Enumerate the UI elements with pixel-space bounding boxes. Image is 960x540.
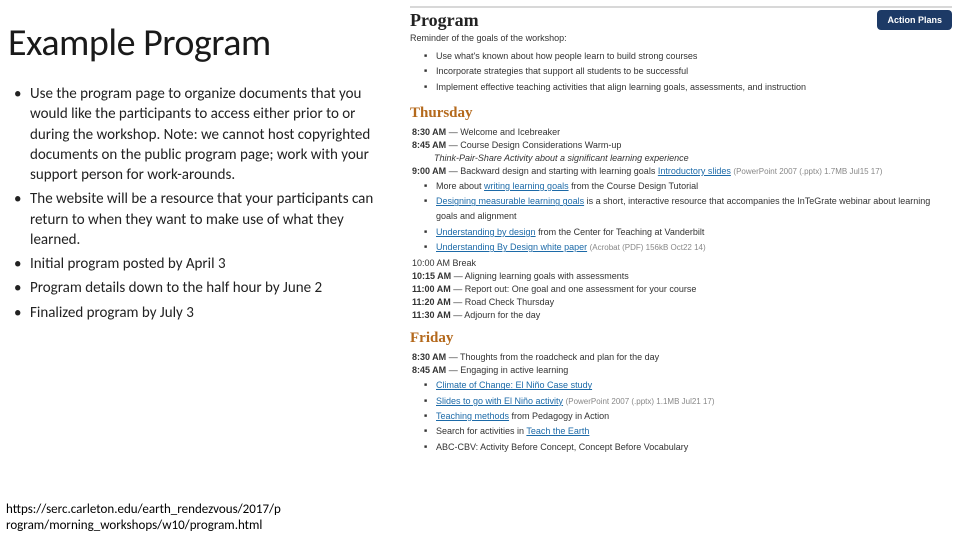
link[interactable]: Introductory slides — [658, 166, 731, 176]
list-item: Understanding by design from the Center … — [436, 225, 952, 240]
reminder-text: Reminder of the goals of the workshop: — [410, 33, 567, 43]
list-item: Climate of Change: El Niño Case study — [436, 378, 952, 393]
day-heading-friday: Friday — [410, 330, 952, 347]
schedule-row: 11:00 AM — Report out: One goal and one … — [412, 284, 952, 294]
list-item: Understanding By Design white paper (Acr… — [436, 240, 952, 255]
slide-left-column: Example Program Use the program page to … — [0, 0, 395, 540]
footer-url-line: https://serc.carleton.edu/earth_rendezvo… — [6, 502, 281, 517]
link[interactable]: Climate of Change: El Niño Case study — [436, 380, 592, 390]
link[interactable]: Understanding by design — [436, 227, 536, 237]
italic-note: Think-Pair-Share Activity about a signif… — [434, 153, 952, 163]
page-title: Program — [410, 10, 567, 31]
resource-list: More about writing learning goals from t… — [410, 179, 952, 255]
slide-bullet: Finalized program by July 3 — [8, 303, 383, 323]
slide-bullet: The website will be a resource that your… — [8, 189, 383, 250]
goal-item: Use what's known about how people learn … — [436, 49, 952, 64]
footer-url-line: rogram/morning_workshops/w10/program.htm… — [6, 518, 262, 533]
goals-list: Use what's known about how people learn … — [410, 49, 952, 95]
link[interactable]: Understanding By Design white paper — [436, 242, 587, 252]
slide-bullet: Initial program posted by April 3 — [8, 254, 383, 274]
schedule-row: 10:15 AM — Aligning learning goals with … — [412, 271, 952, 281]
schedule-row: 8:30 AM — Thoughts from the roadcheck an… — [412, 352, 952, 362]
link[interactable]: Designing measurable learning goals — [436, 196, 584, 206]
action-plans-button[interactable]: Action Plans — [877, 10, 952, 30]
schedule-row: 10:00 AM Break — [412, 258, 952, 268]
schedule-row: 8:45 AM — Course Design Considerations W… — [412, 140, 952, 150]
goal-item: Incorporate strategies that support all … — [436, 64, 952, 79]
slide-bullet: Program details down to the half hour by… — [8, 278, 383, 298]
day-heading-thursday: Thursday — [410, 105, 952, 122]
link[interactable]: writing learning goals — [484, 181, 569, 191]
footer-url: https://serc.carleton.edu/earth_rendezvo… — [6, 502, 281, 535]
link[interactable]: Slides to go with El Niño activity — [436, 396, 563, 406]
schedule-row: 11:20 AM — Road Check Thursday — [412, 297, 952, 307]
goal-item: Implement effective teaching activities … — [436, 80, 952, 95]
list-item: More about writing learning goals from t… — [436, 179, 952, 194]
slide-title: Example Program — [8, 20, 383, 66]
schedule-row: 9:00 AM — Backward design and starting w… — [412, 166, 952, 176]
list-item: Designing measurable learning goals is a… — [436, 194, 952, 225]
link[interactable]: Teaching methods — [436, 411, 509, 421]
list-item: Teaching methods from Pedagogy in Action — [436, 409, 952, 424]
list-item: ABC-CBV: Activity Before Concept, Concep… — [436, 440, 952, 455]
schedule-row: 8:45 AM — Engaging in active learning — [412, 365, 952, 375]
slide-bullet-list: Use the program page to organize documen… — [8, 84, 383, 323]
embedded-webpage-screenshot: Program Reminder of the goals of the wor… — [400, 0, 960, 540]
list-item: Search for activities in Teach the Earth — [436, 424, 952, 439]
link[interactable]: Teach the Earth — [526, 426, 589, 436]
divider — [410, 6, 952, 8]
schedule-row: 8:30 AM — Welcome and Icebreaker — [412, 127, 952, 137]
list-item: Slides to go with El Niño activity (Powe… — [436, 394, 952, 409]
schedule-row: 11:30 AM — Adjourn for the day — [412, 310, 952, 320]
slide-bullet: Use the program page to organize documen… — [8, 84, 383, 185]
resource-list: Climate of Change: El Niño Case study Sl… — [410, 378, 952, 454]
